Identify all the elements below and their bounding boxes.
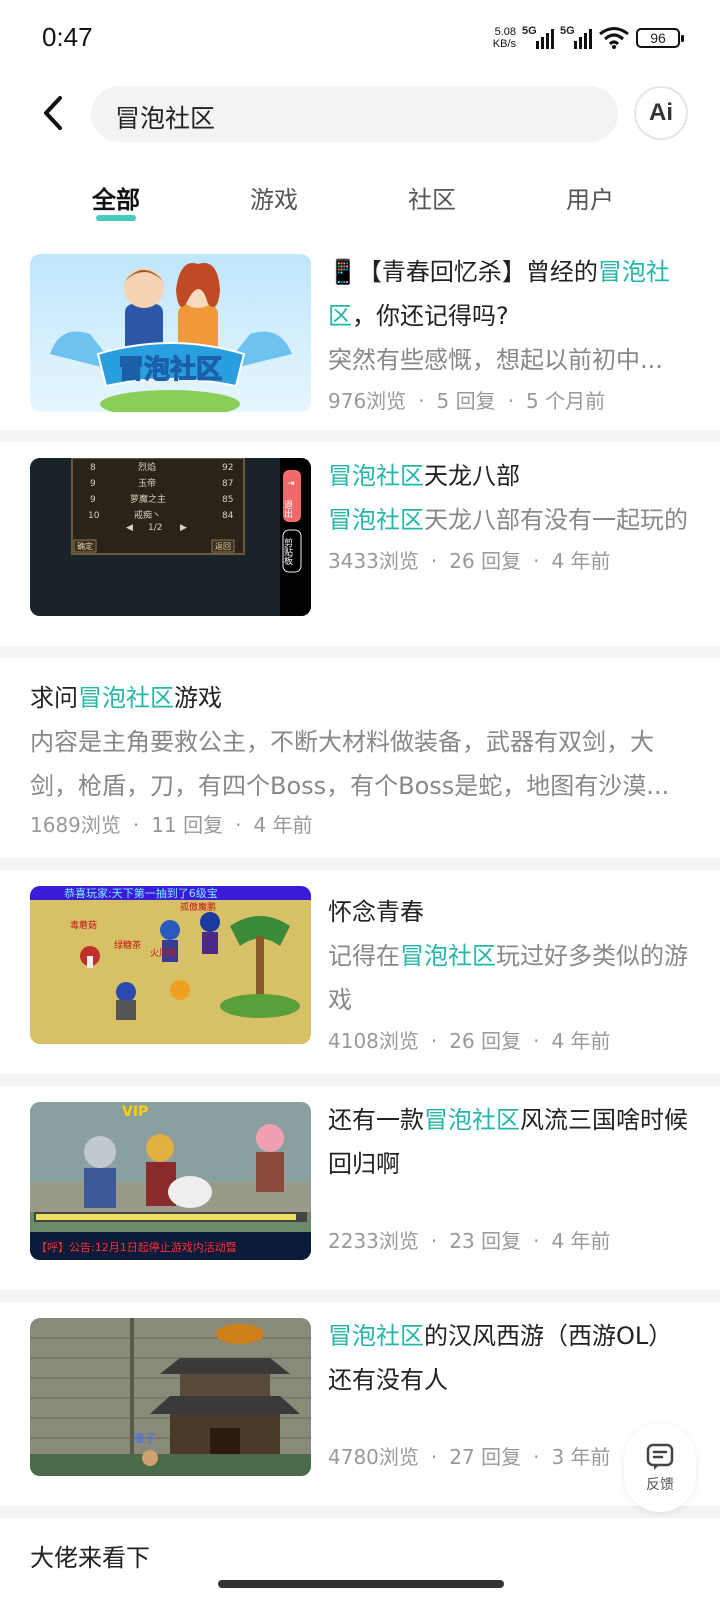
feedback-icon	[646, 1443, 674, 1470]
feedback-label: 反馈	[646, 1477, 674, 1493]
search-query: 冒泡社区	[115, 104, 216, 133]
sim1-label: 5G	[522, 25, 537, 37]
post-excerpt: 记得在冒泡社区玩过好多类似的游戏	[328, 942, 688, 1014]
post-title: 📱【青春回忆杀】曾经的冒泡社区，你还记得吗?	[328, 258, 670, 330]
post-title: 冒泡社区天龙八部	[328, 462, 520, 490]
svg-text:返回: 返回	[215, 542, 231, 551]
svg-text:童子: 童子	[134, 1431, 156, 1445]
svg-text:85: 85	[222, 495, 233, 505]
svg-text:【呼】公告:12月1日起停止游戏内活动暨: 【呼】公告:12月1日起停止游戏内活动暨	[36, 1240, 237, 1254]
search-header: 冒泡社区 Ai	[0, 80, 720, 150]
status-bar: 0:47 5.08 KB/s 5G 5G 96	[0, 0, 720, 80]
svg-text:VIP: VIP	[122, 1104, 148, 1120]
list-item[interactable]: 恭喜玩家:天下第一抽到了6级宝 毒蘑菇 绿糖茶 火凤凰 孤傲魔鹏 怀念青春 记得…	[0, 870, 720, 1074]
post-excerpt: 冒泡社区天龙八部有没有一起玩的	[328, 506, 688, 534]
sim2-label: 5G	[560, 25, 575, 37]
svg-text:8: 8	[90, 463, 96, 473]
list-item[interactable]: 冒泡社区 📱【青春回忆杀】曾经的冒泡社区，你还记得吗? 突然有些感慨，想起以前初…	[0, 240, 720, 430]
post-thumbnail: 8 烈焰 92 9 玉帝 87 9 萝魔之主 85 10 戒痴丶 84 1/2 ◀ ▶ 确定 返回…	[30, 458, 311, 616]
post-meta: 976浏览 · 5 回复 · 5 个月前	[328, 389, 606, 413]
list-item[interactable]: 8 烈焰 92 9 玉帝 87 9 萝魔之主 85 10 戒痴丶 84 1/2 ◀ ▶ 确定 返回…	[0, 442, 720, 646]
svg-text:92: 92	[222, 463, 233, 473]
svg-text:萝魔之主: 萝魔之主	[130, 493, 166, 505]
list-item[interactable]: 求问冒泡社区游戏 内容是主角要救公主，不断大材料做装备，武器有双剑，大剑，枪盾，…	[0, 658, 720, 858]
post-title: 求问冒泡社区游戏	[30, 684, 222, 712]
post-title: 怀念青春	[328, 898, 424, 926]
post-meta: 1689浏览 · 11 回复 · 4 年前	[30, 813, 313, 837]
post-text: 怀念青春 记得在冒泡社区玩过好多类似的游戏 4108浏览 · 26 回复 · 4 年前	[328, 890, 690, 1056]
wifi-icon	[599, 27, 629, 49]
post-meta: 4780浏览 · 27 回复 · 3 年前	[328, 1445, 611, 1469]
thumbnail-logo-text: 冒泡社区	[118, 354, 222, 385]
post-thumbnail: VIP 【呼】公告:12月1日起停止游戏内活动暨	[30, 1102, 311, 1260]
divider	[0, 1074, 720, 1086]
results-list: 冒泡社区 📱【青春回忆杀】曾经的冒泡社区，你还记得吗? 突然有些感慨，想起以前初…	[0, 240, 720, 1598]
svg-text:毒蘑菇: 毒蘑菇	[70, 919, 97, 931]
post-title: 还有一款冒泡社区风流三国啥时候回归啊	[328, 1106, 688, 1178]
tab-all[interactable]: 全部	[56, 180, 176, 221]
network-speed-unit: KB/s	[492, 38, 516, 50]
tab-users[interactable]: 用户	[530, 180, 650, 215]
post-text: 📱【青春回忆杀】曾经的冒泡社区，你还记得吗? 突然有些感慨，想起以前初中... …	[328, 250, 690, 416]
post-meta: 3433浏览 · 26 回复 · 4 年前	[328, 549, 611, 573]
post-excerpt: 突然有些感慨，想起以前初中...	[328, 346, 663, 374]
post-title: 冒泡社区的汉风西游（西游OL）还有没有人	[328, 1322, 673, 1394]
svg-text:火凤凰: 火凤凰	[150, 948, 177, 959]
tab-games[interactable]: 游戏	[214, 180, 334, 215]
signal-icon-2: 5G	[560, 25, 592, 49]
post-meta: 4108浏览 · 26 回复 · 4 年前	[328, 1029, 611, 1053]
list-item[interactable]: 童子 冒泡社区的汉风西游（西游OL）还有没有人 4780浏览 · 27 回复 · 3 年…	[0, 1302, 720, 1506]
post-thumbnail: 恭喜玩家:天下第一抽到了6级宝 毒蘑菇 绿糖茶 火凤凰 孤傲魔鹏	[30, 886, 311, 1044]
divider	[0, 430, 720, 442]
svg-text:▶: ▶	[180, 523, 187, 533]
svg-text:10: 10	[88, 511, 100, 521]
svg-text:退出: 退出	[282, 500, 293, 519]
post-text: 冒泡社区天龙八部 冒泡社区天龙八部有没有一起玩的 3433浏览 · 26 回复 · 4 …	[328, 454, 690, 576]
post-meta: 2233浏览 · 23 回复 · 4 年前	[328, 1229, 611, 1253]
divider	[0, 1290, 720, 1302]
divider	[0, 646, 720, 658]
post-thumbnail: 冒泡社区	[30, 254, 311, 412]
svg-text:孤傲魔鹏: 孤傲魔鹏	[180, 901, 216, 913]
svg-text:绿糖茶: 绿糖茶	[114, 939, 141, 951]
signal-icon: 5G	[522, 25, 554, 49]
divider	[0, 1506, 720, 1518]
svg-text:84: 84	[222, 511, 234, 521]
svg-text:恭喜玩家:天下第一抽到了6级宝: 恭喜玩家:天下第一抽到了6级宝	[64, 886, 218, 900]
network-speed-value: 5.08	[494, 26, 516, 38]
post-text: 还有一款冒泡社区风流三国啥时候回归啊 2233浏览 · 23 回复 · 4 年前	[328, 1098, 690, 1253]
back-arrow-icon[interactable]	[36, 90, 72, 136]
battery-level: 96	[650, 30, 666, 46]
post-excerpt: 内容是主角要救公主，不断大材料做装备，武器有双剑，大剑，枪盾，刀，有四个Boss…	[30, 728, 670, 800]
battery-icon: 96	[636, 28, 684, 48]
post-text: 冒泡社区的汉风西游（西游OL）还有没有人 4780浏览 · 27 回复 · 3 年前	[328, 1314, 690, 1469]
thumbnail-exit-label: ⇥	[287, 479, 295, 489]
feedback-button[interactable]: 反馈	[624, 1424, 696, 1512]
svg-text:87: 87	[222, 479, 233, 489]
status-icons: 5.08 KB/s 5G 5G 96	[493, 25, 684, 50]
search-input[interactable]: 冒泡社区	[91, 86, 618, 142]
post-text: 求问冒泡社区游戏 内容是主角要救公主，不断大材料做装备，武器有双剑，大剑，枪盾，…	[30, 676, 680, 840]
svg-text:玉帝: 玉帝	[138, 477, 156, 489]
svg-text:9: 9	[90, 495, 96, 505]
home-indicator[interactable]	[218, 1580, 504, 1588]
result-tabs: 全部 游戏 社区 用户	[0, 168, 720, 228]
svg-text:烈焰: 烈焰	[138, 461, 156, 473]
svg-text:◀: ◀	[126, 523, 133, 533]
tab-community[interactable]: 社区	[372, 180, 492, 215]
post-title: 大佬来看下	[30, 1544, 150, 1572]
svg-text:确定: 确定	[77, 541, 93, 551]
svg-text:1/2: 1/2	[148, 523, 162, 533]
divider	[0, 858, 720, 870]
svg-text:9: 9	[90, 479, 96, 489]
list-item[interactable]: VIP 【呼】公告:12月1日起停止游戏内活动暨 还有一款冒泡社区风流三国啥时候…	[0, 1086, 720, 1290]
network-speed: 5.08 KB/s	[493, 26, 516, 50]
ai-button[interactable]: Ai	[634, 86, 688, 140]
svg-text:戒痴丶: 戒痴丶	[134, 509, 161, 521]
status-time: 0:47	[42, 22, 93, 52]
svg-text:剪贴板: 剪贴板	[282, 537, 293, 566]
post-thumbnail: 童子	[30, 1318, 311, 1476]
